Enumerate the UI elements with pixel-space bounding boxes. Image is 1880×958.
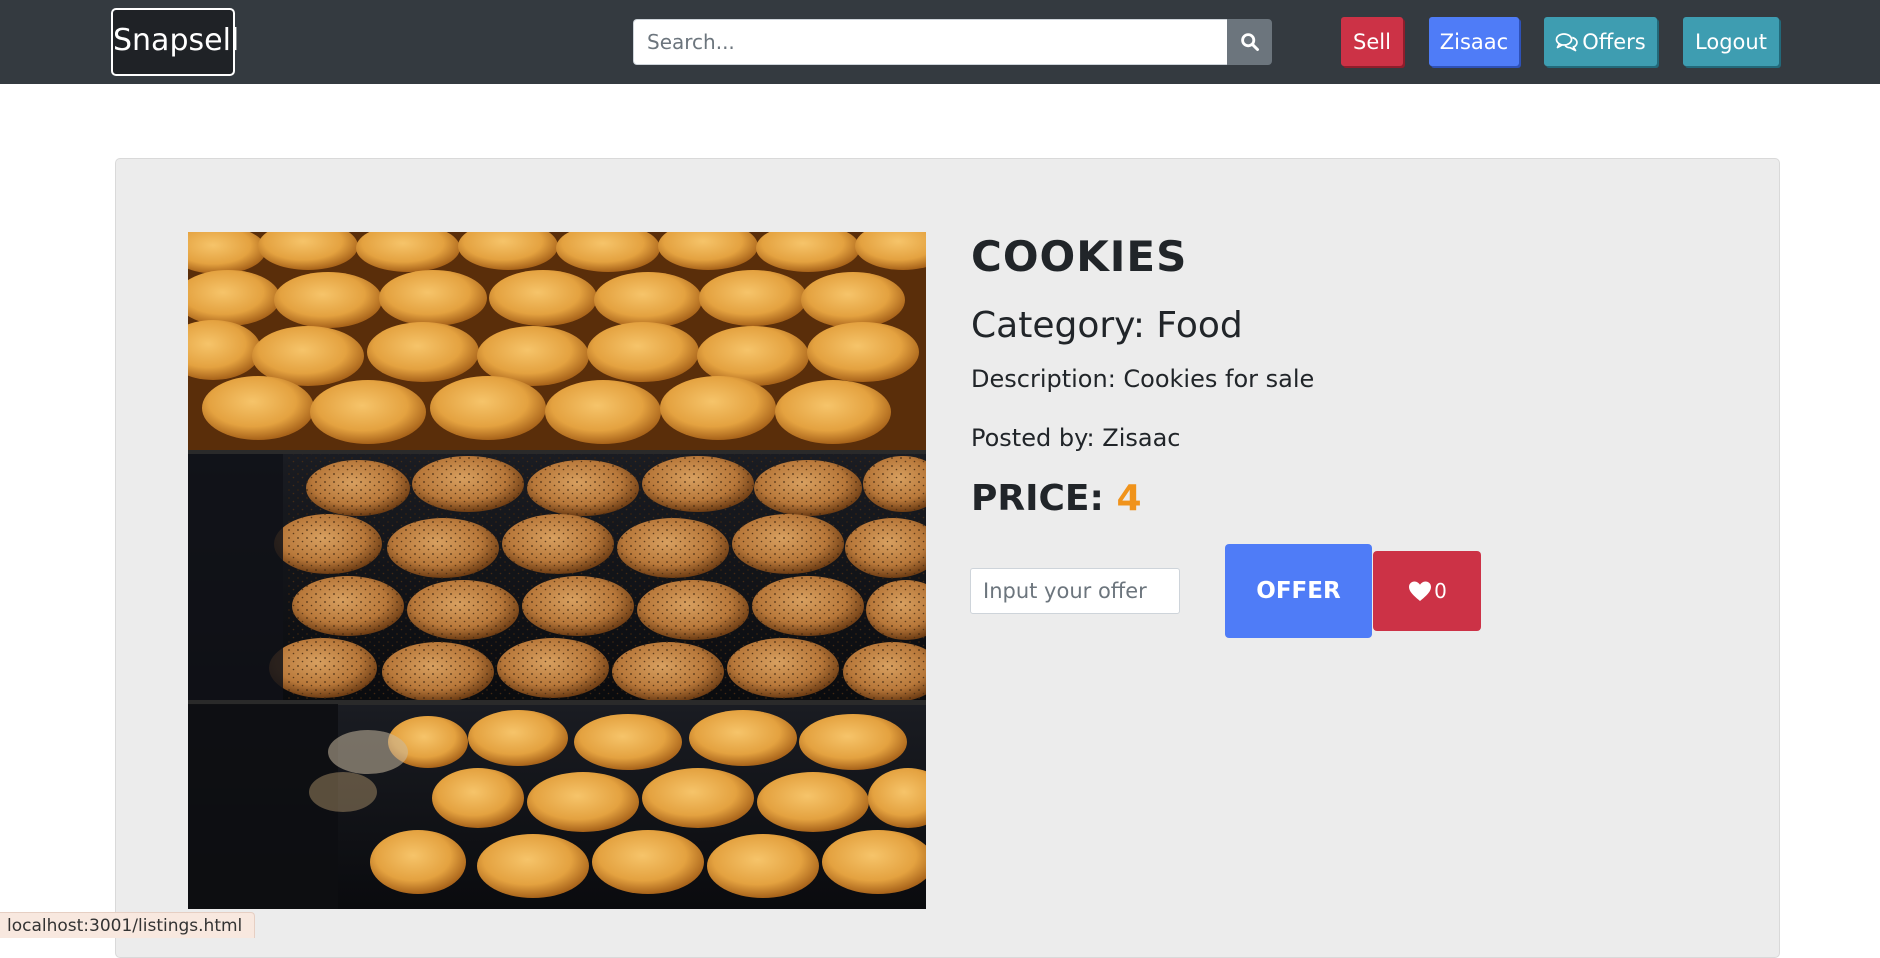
search-icon [1240, 33, 1259, 51]
like-button[interactable]: 0 [1373, 551, 1481, 631]
heart-icon [1409, 581, 1432, 601]
listing-price: PRICE: 4 [971, 478, 1142, 519]
posted-prefix: Posted by: [971, 424, 1103, 452]
listing-posted-by: Posted by: Zisaac [971, 424, 1180, 452]
offer-button[interactable]: OFFER [1225, 544, 1372, 638]
listing-category: Category: Food [971, 305, 1243, 346]
price-value: 4 [1116, 478, 1142, 519]
product-image [188, 232, 926, 909]
description-prefix: Description: [971, 365, 1124, 393]
chat-icon [1555, 32, 1579, 51]
search-button[interactable] [1227, 19, 1272, 65]
price-prefix: PRICE: [971, 478, 1117, 519]
listing-card: COOKIES Category: Food Description: Cook… [115, 158, 1780, 958]
search-input[interactable] [633, 19, 1227, 65]
posted-value: Zisaac [1102, 424, 1181, 452]
offers-button[interactable]: Offers [1544, 17, 1657, 66]
listing-title: COOKIES [971, 232, 1188, 281]
sell-button[interactable]: Sell [1341, 17, 1403, 66]
offer-input[interactable] [970, 568, 1180, 614]
status-bar-url: localhost:3001/listings.html [0, 912, 256, 938]
brand-logo-link[interactable]: Snapsell [111, 8, 239, 76]
search-form [633, 19, 1272, 65]
logout-button[interactable]: Logout [1683, 17, 1779, 66]
like-count: 0 [1434, 579, 1447, 603]
profile-button[interactable]: Zisaac [1429, 17, 1519, 66]
offers-label: Offers [1582, 29, 1646, 54]
description-value: Cookies for sale [1123, 365, 1315, 393]
category-prefix: Category: [971, 305, 1157, 346]
listing-description: Description: Cookies for sale [971, 365, 1314, 393]
category-value: Food [1156, 305, 1243, 346]
navbar: Snapsell Sell Zisaac Offers Logout [0, 0, 1880, 84]
